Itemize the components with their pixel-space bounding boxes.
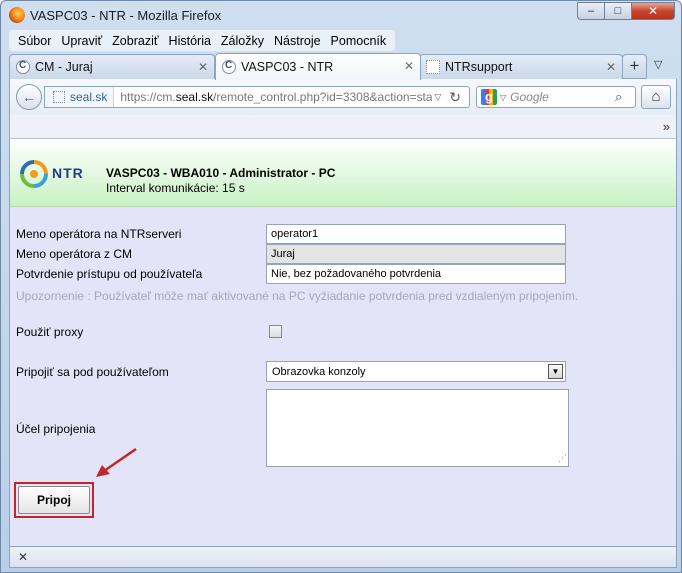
menu-tools[interactable]: Nástroje bbox=[269, 34, 326, 48]
window-title: VASPC03 - NTR - Mozilla Firefox bbox=[30, 8, 222, 23]
site-favicon-icon bbox=[53, 91, 65, 103]
operator-cm-label: Meno operátora z CM bbox=[16, 247, 133, 261]
status-bar: ✕ bbox=[9, 546, 677, 568]
site-name: seal.sk bbox=[70, 90, 108, 104]
menu-bar: Súbor Upraviť Zobraziť História Záložky … bbox=[9, 30, 396, 51]
purpose-textarea[interactable]: ⋰ bbox=[266, 389, 569, 467]
tab-label: CM - Juraj bbox=[35, 60, 93, 74]
more-tools-chevron-icon[interactable]: » bbox=[663, 119, 670, 134]
search-bar[interactable]: g ▽ Google ⌕ bbox=[476, 86, 636, 108]
search-input[interactable]: Google bbox=[510, 90, 615, 104]
purpose-label: Účel pripojenia bbox=[16, 422, 96, 436]
tab-bar: CM - Juraj ✕ VASPC03 - NTR ✕ NTRsupport … bbox=[9, 53, 677, 80]
reload-icon[interactable]: ↻ bbox=[449, 89, 461, 106]
url-domain: seal.sk bbox=[175, 90, 214, 104]
tab-close-icon[interactable]: ✕ bbox=[404, 59, 414, 73]
ntr-logo-icon bbox=[20, 160, 48, 188]
tab-cm-juraj[interactable]: CM - Juraj ✕ bbox=[9, 54, 215, 79]
resize-grip-icon[interactable]: ⋰ bbox=[558, 453, 567, 464]
google-icon[interactable]: g bbox=[481, 89, 497, 105]
new-tab-button[interactable]: + bbox=[622, 54, 647, 79]
connect-button[interactable]: Pripoj bbox=[18, 486, 90, 514]
confirm-access-field[interactable]: Nie, bez požadovaného potvrdenia bbox=[266, 264, 566, 284]
menu-edit[interactable]: Upraviť bbox=[56, 34, 107, 48]
connect-as-value: Obrazovka konzoly bbox=[272, 366, 366, 378]
close-window-button[interactable]: ✕ bbox=[631, 2, 675, 20]
tab-list-chevron-icon[interactable]: ▽ bbox=[654, 58, 662, 71]
url-prefix: https://cm. bbox=[120, 90, 176, 104]
title-bar: VASPC03 - NTR - Mozilla Firefox – □ ✕ bbox=[1, 1, 681, 29]
proxy-checkbox[interactable] bbox=[269, 325, 282, 338]
blank-page-icon bbox=[426, 60, 440, 74]
home-button[interactable]: ⌂ bbox=[641, 85, 671, 109]
close-statusbar-icon[interactable]: ✕ bbox=[18, 550, 28, 564]
url-input[interactable]: https://cm.seal.sk/remote_control.php?id… bbox=[114, 90, 432, 104]
dropdown-arrow-icon[interactable]: ▼ bbox=[548, 364, 563, 379]
minimize-button[interactable]: – bbox=[577, 2, 604, 20]
search-engine-dropdown-icon[interactable]: ▽ bbox=[500, 93, 506, 102]
menu-file[interactable]: Súbor bbox=[13, 34, 56, 48]
page-content: NTR VASPC03 - WBA010 - Administrator - P… bbox=[9, 139, 677, 546]
confirm-access-label: Potvrdenie prístupu od používateľa bbox=[16, 267, 203, 281]
tab-close-icon[interactable]: ✕ bbox=[198, 60, 208, 74]
tab-ntrsupport[interactable]: NTRsupport ✕ bbox=[419, 54, 623, 79]
search-icon[interactable]: ⌕ bbox=[615, 89, 631, 105]
url-dropdown-icon[interactable]: ▽ bbox=[434, 92, 441, 103]
warning-text: Upozornenie : Používateľ môže mať aktivo… bbox=[16, 289, 579, 303]
menu-bookmarks[interactable]: Záložky bbox=[216, 34, 269, 48]
page-title: VASPC03 - WBA010 - Administrator - PC bbox=[106, 166, 336, 180]
bookmarks-toolbar: » bbox=[9, 115, 677, 139]
operator-ntr-field[interactable]: operator1 bbox=[266, 224, 566, 244]
tab-vaspc03-ntr[interactable]: VASPC03 - NTR ✕ bbox=[215, 53, 421, 80]
operator-ntr-label: Meno operátora na NTRserveri bbox=[16, 227, 182, 241]
operator-cm-field: Juraj bbox=[266, 244, 566, 264]
page-header: NTR VASPC03 - WBA010 - Administrator - P… bbox=[10, 139, 676, 207]
navigation-bar: ← seal.sk https://cm.seal.sk/remote_cont… bbox=[9, 79, 677, 115]
menu-history[interactable]: História bbox=[164, 34, 216, 48]
proxy-label: Použiť proxy bbox=[16, 325, 84, 339]
firefox-logo-icon bbox=[9, 7, 25, 23]
url-path: /remote_control.php?id=3308&action=sta bbox=[213, 90, 433, 104]
tab-label: VASPC03 - NTR bbox=[241, 60, 334, 74]
annotation-arrow-icon bbox=[96, 447, 137, 477]
browser-window: VASPC03 - NTR - Mozilla Firefox – □ ✕ Sú… bbox=[0, 0, 682, 573]
tab-close-icon[interactable]: ✕ bbox=[606, 60, 616, 74]
connect-as-select[interactable]: Obrazovka konzoly ▼ bbox=[266, 361, 566, 382]
tab-label: NTRsupport bbox=[445, 60, 513, 74]
window-controls: – □ ✕ bbox=[577, 2, 675, 20]
communication-interval: Interval komunikácie: 15 s bbox=[106, 181, 245, 195]
back-button[interactable]: ← bbox=[16, 84, 42, 110]
site-identity-button[interactable]: seal.sk bbox=[45, 87, 115, 107]
connect-as-label: Pripojiť sa pod používateľom bbox=[16, 365, 169, 379]
menu-help[interactable]: Pomocník bbox=[326, 34, 392, 48]
ntr-logo-text: NTR bbox=[52, 165, 84, 181]
url-bar[interactable]: seal.sk https://cm.seal.sk/remote_contro… bbox=[44, 86, 470, 108]
chrome-icon bbox=[222, 60, 236, 74]
menu-view[interactable]: Zobraziť bbox=[107, 34, 163, 48]
maximize-button[interactable]: □ bbox=[604, 2, 631, 20]
chrome-icon bbox=[16, 60, 30, 74]
